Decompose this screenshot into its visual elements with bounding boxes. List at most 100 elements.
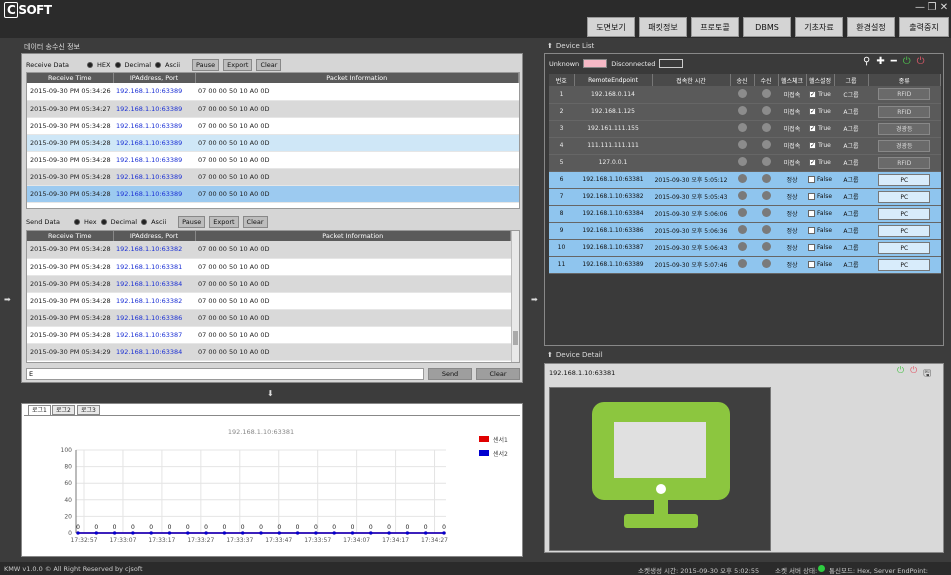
health-checkbox[interactable] <box>807 176 815 183</box>
nav-settings[interactable]: 환경설정 <box>847 17 895 37</box>
device-col-8[interactable]: 종류 <box>868 74 941 86</box>
remove-icon[interactable]: ━ <box>891 56 897 67</box>
send-clear-button[interactable]: Clear <box>242 216 268 228</box>
send-hex-radio[interactable] <box>73 219 80 225</box>
device-row[interactable]: 7 192.168.1.10:63382 2015-09-30 오후 5:05:43… <box>549 188 941 206</box>
expand-mid-arrow-icon[interactable]: ➡ <box>531 295 538 304</box>
device-col-2[interactable]: 접속한 시간 <box>652 74 731 86</box>
device-row[interactable]: 3 192.161.111.155 미접속 ✓ True A그룹 경광등 <box>549 120 941 138</box>
send-row[interactable]: 2015-09-30 PM 05:34:28 192.168.1.10:63382… <box>27 292 511 310</box>
minimize-icon[interactable]: — <box>914 2 926 13</box>
send-row[interactable]: 2015-09-30 PM 05:34:29 192.168.1.10:63384… <box>27 343 511 361</box>
tab-log2[interactable]: 로그2 <box>52 405 75 415</box>
detail-power-off-icon[interactable]: ⏻ <box>910 366 917 382</box>
device-col-7[interactable]: 그룹 <box>834 74 869 86</box>
receive-row[interactable]: 2015-09-30 PM 05:34:28 192.168.1.10:63389… <box>27 151 519 169</box>
device-col-4[interactable]: 수신 <box>754 74 779 86</box>
device-row[interactable]: 1 192.168.0.114 미접속 ✓ True C그룹 RFID <box>549 86 941 104</box>
device-kind-button[interactable]: 경광등 <box>878 122 931 135</box>
send-input[interactable] <box>26 368 424 380</box>
send-pause-button[interactable]: Pause <box>178 216 206 228</box>
receive-row[interactable]: 2015-09-30 PM 05:34:26 192.168.1.10:63389… <box>27 83 519 101</box>
nav-drawing-view[interactable]: 도면보기 <box>587 17 635 37</box>
send-row[interactable]: 2015-09-30 PM 05:34:28 192.168.1.10:63382… <box>27 241 511 259</box>
device-row[interactable]: 2 192.168.1.125 미접속 ✓ True A그룹 RFID <box>549 103 941 121</box>
health-checkbox[interactable] <box>807 210 815 217</box>
receive-col-ip[interactable]: IPAddress, Port <box>113 73 196 83</box>
device-kind-button[interactable]: PC <box>878 224 931 237</box>
device-row[interactable]: 10 192.168.1.10:63387 2015-09-30 오후 5:06:4… <box>549 239 941 257</box>
device-row[interactable]: 8 192.168.1.10:63384 2015-09-30 오후 5:06:06… <box>549 205 941 223</box>
receive-row[interactable]: 2015-09-30 PM 05:34:28 192.168.1.10:63389… <box>27 168 519 186</box>
device-col-1[interactable]: RemoteEndpoint <box>574 74 653 86</box>
receive-ascii-radio[interactable] <box>155 62 162 68</box>
restore-icon[interactable]: ❐ <box>926 2 938 13</box>
send-decimal-radio[interactable] <box>100 219 107 225</box>
health-checkbox[interactable]: ✓ <box>809 159 817 166</box>
send-col-ip[interactable]: IPAddress, Port <box>113 231 196 241</box>
receive-row[interactable]: 2015-09-30 PM 05:34:28 192.168.1.10:63389… <box>27 185 519 203</box>
health-checkbox[interactable] <box>807 244 815 251</box>
detail-power-on-icon[interactable]: ⏻ <box>897 366 904 382</box>
send-ascii-radio[interactable] <box>141 219 148 225</box>
close-icon[interactable]: ✕ <box>938 2 950 13</box>
device-col-6[interactable]: 헬스설정 <box>806 74 835 86</box>
send-table[interactable]: Receive Time IPAddress, Port Packet Info… <box>26 230 520 363</box>
nav-base-data[interactable]: 기초자료 <box>795 17 843 37</box>
health-checkbox[interactable] <box>807 227 815 234</box>
receive-row[interactable]: 2015-09-30 PM 05:34:27 192.168.1.10:63389… <box>27 100 519 118</box>
nav-stop-output[interactable]: 출력중지 <box>899 17 949 37</box>
receive-hex-radio[interactable] <box>87 62 94 68</box>
expand-down-arrow-icon[interactable]: ⬇ <box>267 389 274 398</box>
device-row[interactable]: 9 192.168.1.10:63386 2015-09-30 오후 5:06:36… <box>549 222 941 240</box>
power-on-icon[interactable]: ⏻ <box>903 56 911 67</box>
device-kind-button[interactable]: 경광등 <box>878 139 931 152</box>
send-export-button[interactable]: Export <box>209 216 239 228</box>
search-icon[interactable]: ⚲ <box>863 56 870 67</box>
receive-row[interactable]: 2015-09-30 PM 05:34:28 192.168.1.10:63389… <box>27 134 519 152</box>
device-kind-button[interactable]: RFID <box>878 88 931 101</box>
receive-col-packet[interactable]: Packet Information <box>195 73 519 83</box>
add-icon[interactable]: ✚ <box>876 56 884 67</box>
receive-pause-button[interactable]: Pause <box>192 59 220 71</box>
health-checkbox[interactable] <box>807 193 815 200</box>
send-clear-input-button[interactable]: Clear <box>476 368 520 380</box>
health-checkbox[interactable]: ✓ <box>809 142 817 149</box>
device-kind-button[interactable]: PC <box>878 190 931 203</box>
power-off-icon[interactable]: ⏻ <box>917 56 925 67</box>
receive-export-button[interactable]: Export <box>223 59 253 71</box>
receive-clear-button[interactable]: Clear <box>256 59 282 71</box>
device-row[interactable]: 5 127.0.0.1 미접속 ✓ True A그룹 RFID <box>549 154 941 172</box>
device-kind-button[interactable]: RFID <box>878 105 931 118</box>
device-row[interactable]: 11 192.168.1.10:63389 2015-09-30 오후 5:07:4… <box>549 256 941 274</box>
health-checkbox[interactable]: ✓ <box>809 90 817 98</box>
device-kind-button[interactable]: PC <box>878 207 931 220</box>
send-col-time[interactable]: Receive Time <box>27 231 114 241</box>
scrollbar-thumb[interactable] <box>513 331 518 345</box>
send-row[interactable]: 2015-09-30 PM 05:34:28 192.168.1.10:63381… <box>27 258 511 276</box>
nav-protocol[interactable]: 프로토콜 <box>691 17 739 37</box>
tab-log1[interactable]: 로그1 <box>28 405 51 415</box>
health-checkbox[interactable] <box>807 261 815 268</box>
device-kind-button[interactable]: PC <box>878 258 931 271</box>
device-col-3[interactable]: 송신 <box>730 74 755 86</box>
device-kind-button[interactable]: PC <box>878 241 931 254</box>
send-table-scrollbar[interactable] <box>511 231 519 362</box>
save-icon[interactable]: 🖫 <box>923 366 931 382</box>
device-kind-button[interactable]: PC <box>878 173 931 186</box>
nav-dbms[interactable]: DBMS <box>743 17 791 37</box>
receive-col-time[interactable]: Receive Time <box>27 73 114 83</box>
receive-row[interactable]: 2015-09-30 PM 05:34:28 192.168.1.10:63389… <box>27 117 519 135</box>
expand-left-arrow-icon[interactable]: ➡ <box>4 295 11 304</box>
send-col-packet[interactable]: Packet Information <box>195 231 511 241</box>
receive-decimal-radio[interactable] <box>114 62 121 68</box>
device-col-0[interactable]: 번호 <box>549 74 575 86</box>
tab-log3[interactable]: 로그3 <box>77 405 100 415</box>
device-table[interactable]: 번호 RemoteEndpoint 접속한 시간 송신 수신 헬스체크 헬스설정 그룹 종류 1… <box>549 74 941 344</box>
send-button[interactable]: Send <box>428 368 472 380</box>
device-kind-button[interactable]: RFID <box>878 156 931 169</box>
health-checkbox[interactable]: ✓ <box>809 108 817 115</box>
device-col-5[interactable]: 헬스체크 <box>778 74 807 86</box>
health-checkbox[interactable]: ✓ <box>809 125 817 132</box>
device-row[interactable]: 4 111.111.111.111 미접속 ✓ True A그룹 경광등 <box>549 137 941 155</box>
